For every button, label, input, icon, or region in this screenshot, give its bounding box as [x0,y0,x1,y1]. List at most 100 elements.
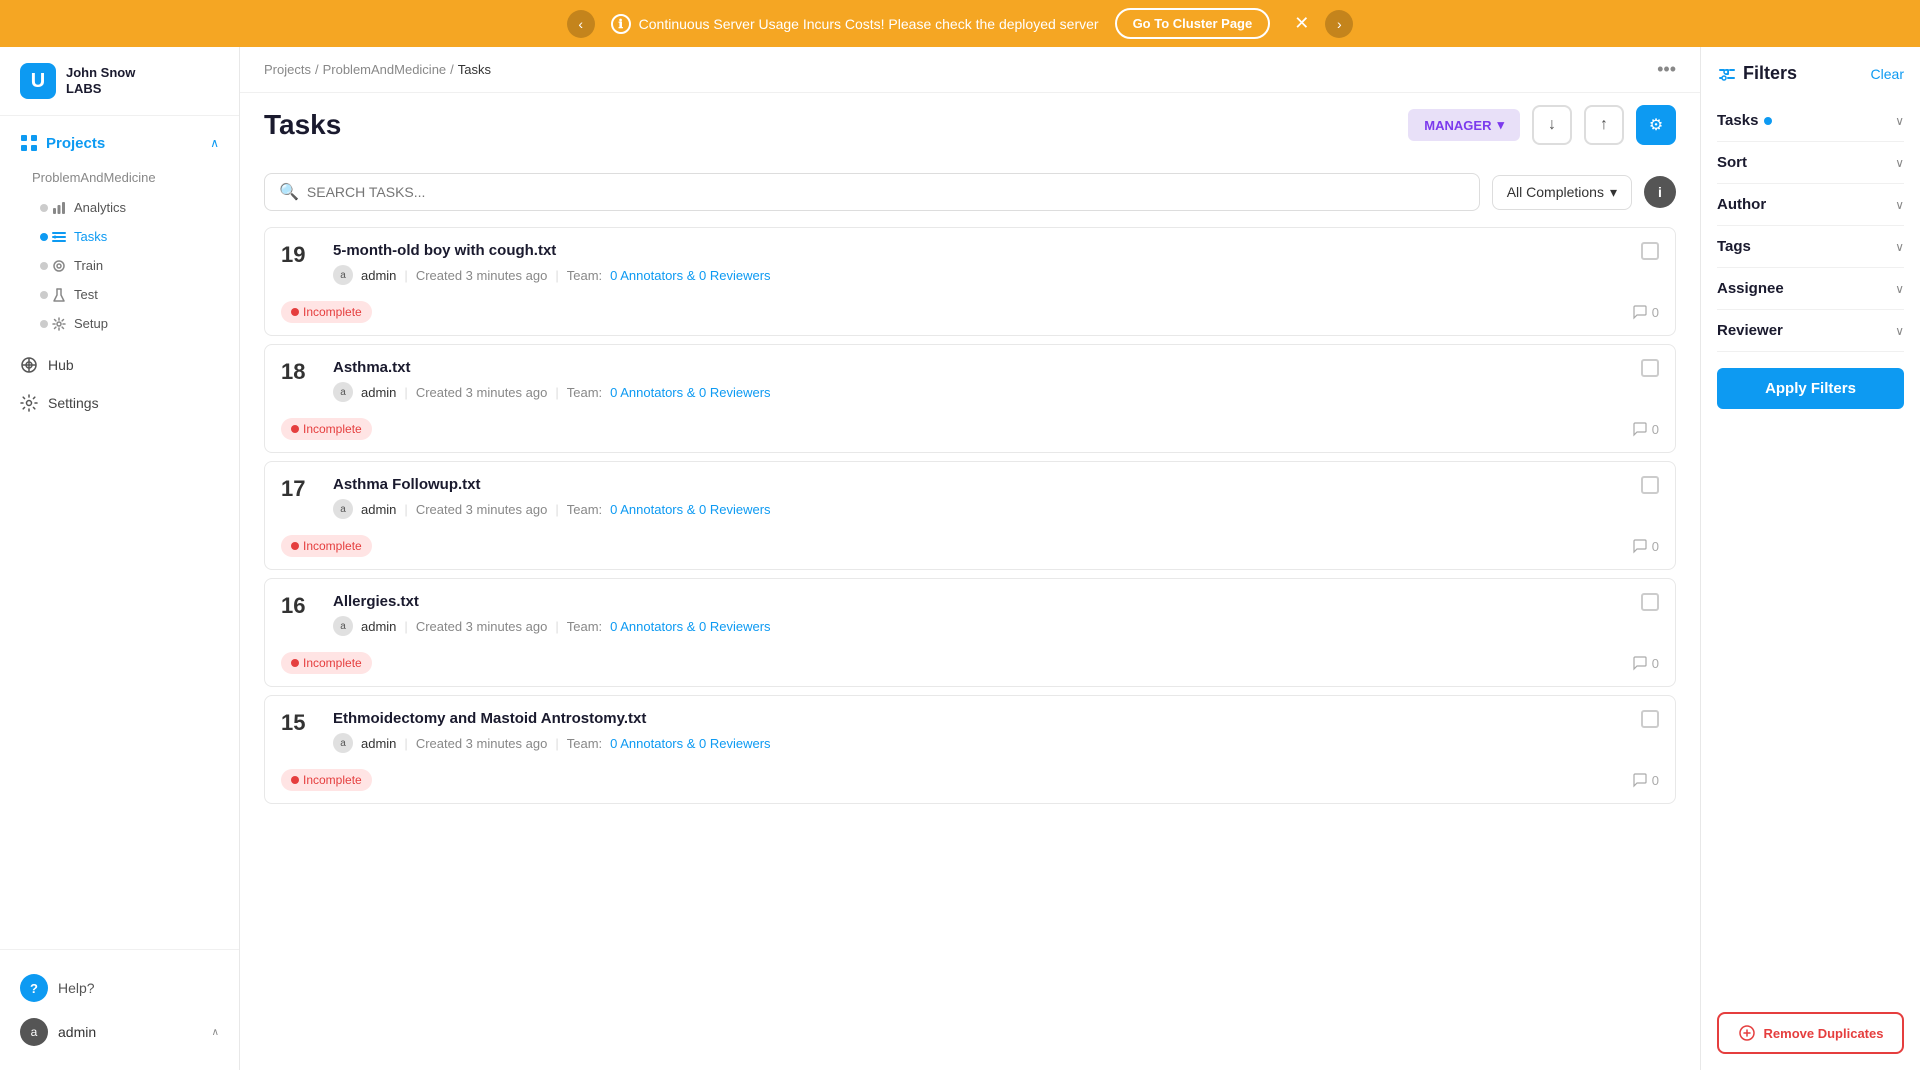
analytics-icon [52,201,66,215]
filter-group-label-reviewer: Reviewer [1717,322,1783,339]
filters-clear-button[interactable]: Clear [1871,66,1904,82]
task-meta: a admin | Created 3 minutes ago | Team: … [333,265,1625,285]
filter-group-label-assignee: Assignee [1717,280,1784,297]
filter-group-header-tags[interactable]: Tags ∨ [1717,238,1904,255]
role-button[interactable]: MANAGER ▾ [1408,109,1520,141]
task-number: 16 [281,593,317,619]
banner-text: ℹ Continuous Server Usage Incurs Costs! … [611,14,1099,34]
task-team-link[interactable]: 0 Annotators & 0 Reviewers [610,385,770,400]
task-card[interactable]: 15 Ethmoidectomy and Mastoid Antrostomy.… [264,695,1676,804]
settings-icon: ⚙ [1649,115,1663,135]
task-team-link[interactable]: 0 Annotators & 0 Reviewers [610,736,770,751]
task-card[interactable]: 16 Allergies.txt a admin | Created 3 min… [264,578,1676,687]
comment-number: 0 [1652,305,1659,320]
breadcrumb-current: Tasks [458,62,491,77]
sidebar-item-analytics[interactable]: Analytics [16,193,239,222]
task-checkbox[interactable] [1641,242,1659,260]
status-dot [291,425,299,433]
user-avatar: a [20,1018,48,1046]
filter-group-label-tasks: Tasks [1717,112,1772,129]
go-to-cluster-button[interactable]: Go To Cluster Page [1115,8,1271,39]
apply-filters-button[interactable]: Apply Filters [1717,368,1904,409]
breadcrumb-projects[interactable]: Projects [264,62,311,77]
sidebar-item-projects[interactable]: Projects ∧ [0,124,239,162]
comment-count[interactable]: 0 [1632,538,1659,554]
status-dot [291,659,299,667]
breadcrumb-project[interactable]: ProblemAndMedicine [323,62,447,77]
upload-button[interactable]: ↑ [1584,105,1624,145]
task-card[interactable]: 19 5-month-old boy with cough.txt a admi… [264,227,1676,336]
completions-dropdown[interactable]: All Completions ▾ [1492,175,1632,210]
breadcrumb-more-button[interactable]: ••• [1657,59,1676,80]
tasks-label: Tasks [74,229,107,244]
task-card-top: 17 Asthma Followup.txt a admin | Created… [265,462,1675,529]
remove-duplicates-button[interactable]: Remove Duplicates [1717,1012,1904,1054]
filter-group-header-author[interactable]: Author ∨ [1717,196,1904,213]
status-label: Incomplete [303,656,362,670]
author-avatar: a [333,733,353,753]
task-card[interactable]: 18 Asthma.txt a admin | Created 3 minute… [264,344,1676,453]
task-name[interactable]: Asthma.txt [333,359,1625,376]
task-number: 15 [281,710,317,736]
comment-count[interactable]: 0 [1632,304,1659,320]
filter-group-header-sort[interactable]: Sort ∨ [1717,154,1904,171]
info-button[interactable]: i [1644,176,1676,208]
comment-count[interactable]: 0 [1632,655,1659,671]
task-card-bottom: Incomplete 0 [265,295,1675,335]
sidebar-item-settings[interactable]: Settings [0,384,239,422]
task-team-link[interactable]: 0 Annotators & 0 Reviewers [610,619,770,634]
task-card[interactable]: 17 Asthma Followup.txt a admin | Created… [264,461,1676,570]
task-meta: a admin | Created 3 minutes ago | Team: … [333,382,1625,402]
banner-next-button[interactable]: › [1325,10,1353,38]
search-input[interactable] [307,184,1465,200]
filter-group-header-tasks[interactable]: Tasks ∨ [1717,112,1904,129]
filter-chevron-author: ∨ [1895,198,1904,212]
task-created: Created 3 minutes ago [416,736,548,751]
task-name[interactable]: Asthma Followup.txt [333,476,1625,493]
help-label: Help? [58,980,95,996]
comment-count[interactable]: 0 [1632,772,1659,788]
filter-chevron-sort: ∨ [1895,156,1904,170]
task-author: admin [361,619,396,634]
logo-text: John Snow LABS [66,65,135,96]
status-badge: Incomplete [281,535,372,557]
status-badge: Incomplete [281,652,372,674]
comment-count[interactable]: 0 [1632,421,1659,437]
completions-label: All Completions [1507,184,1604,200]
task-checkbox[interactable] [1641,593,1659,611]
task-checkbox[interactable] [1641,359,1659,377]
sidebar-item-setup[interactable]: Setup [16,309,239,338]
status-badge: Incomplete [281,418,372,440]
filter-group-header-reviewer[interactable]: Reviewer ∨ [1717,322,1904,339]
task-card-top: 15 Ethmoidectomy and Mastoid Antrostomy.… [265,696,1675,763]
user-name-label: admin [58,1024,202,1040]
banner-close-button[interactable]: ✕ [1294,13,1309,34]
filter-active-dot [1764,117,1772,125]
sidebar-item-hub[interactable]: Hub [0,346,239,384]
task-meta: a admin | Created 3 minutes ago | Team: … [333,733,1625,753]
sidebar-item-test[interactable]: Test [16,280,239,309]
task-name[interactable]: 5-month-old boy with cough.txt [333,242,1625,259]
task-created: Created 3 minutes ago [416,268,548,283]
task-meta: a admin | Created 3 minutes ago | Team: … [333,616,1625,636]
status-badge: Incomplete [281,301,372,323]
task-team-link[interactable]: 0 Annotators & 0 Reviewers [610,502,770,517]
task-team-link[interactable]: 0 Annotators & 0 Reviewers [610,268,770,283]
task-checkbox[interactable] [1641,476,1659,494]
filter-group-label-author: Author [1717,196,1766,213]
task-number: 17 [281,476,317,502]
help-button[interactable]: ? Help? [20,966,219,1010]
user-menu[interactable]: a admin ∧ [20,1010,219,1054]
task-checkbox[interactable] [1641,710,1659,728]
task-name[interactable]: Allergies.txt [333,593,1625,610]
task-name[interactable]: Ethmoidectomy and Mastoid Antrostomy.txt [333,710,1625,727]
sidebar-project-name[interactable]: ProblemAndMedicine [0,162,239,193]
filter-group-header-assignee[interactable]: Assignee ∨ [1717,280,1904,297]
download-button[interactable]: ↓ [1532,105,1572,145]
banner-prev-button[interactable]: ‹ [567,10,595,38]
task-author: admin [361,268,396,283]
settings-button[interactable]: ⚙ [1636,105,1676,145]
task-number: 18 [281,359,317,385]
sidebar-item-train[interactable]: Train [16,251,239,280]
sidebar-item-tasks[interactable]: Tasks [16,222,239,251]
